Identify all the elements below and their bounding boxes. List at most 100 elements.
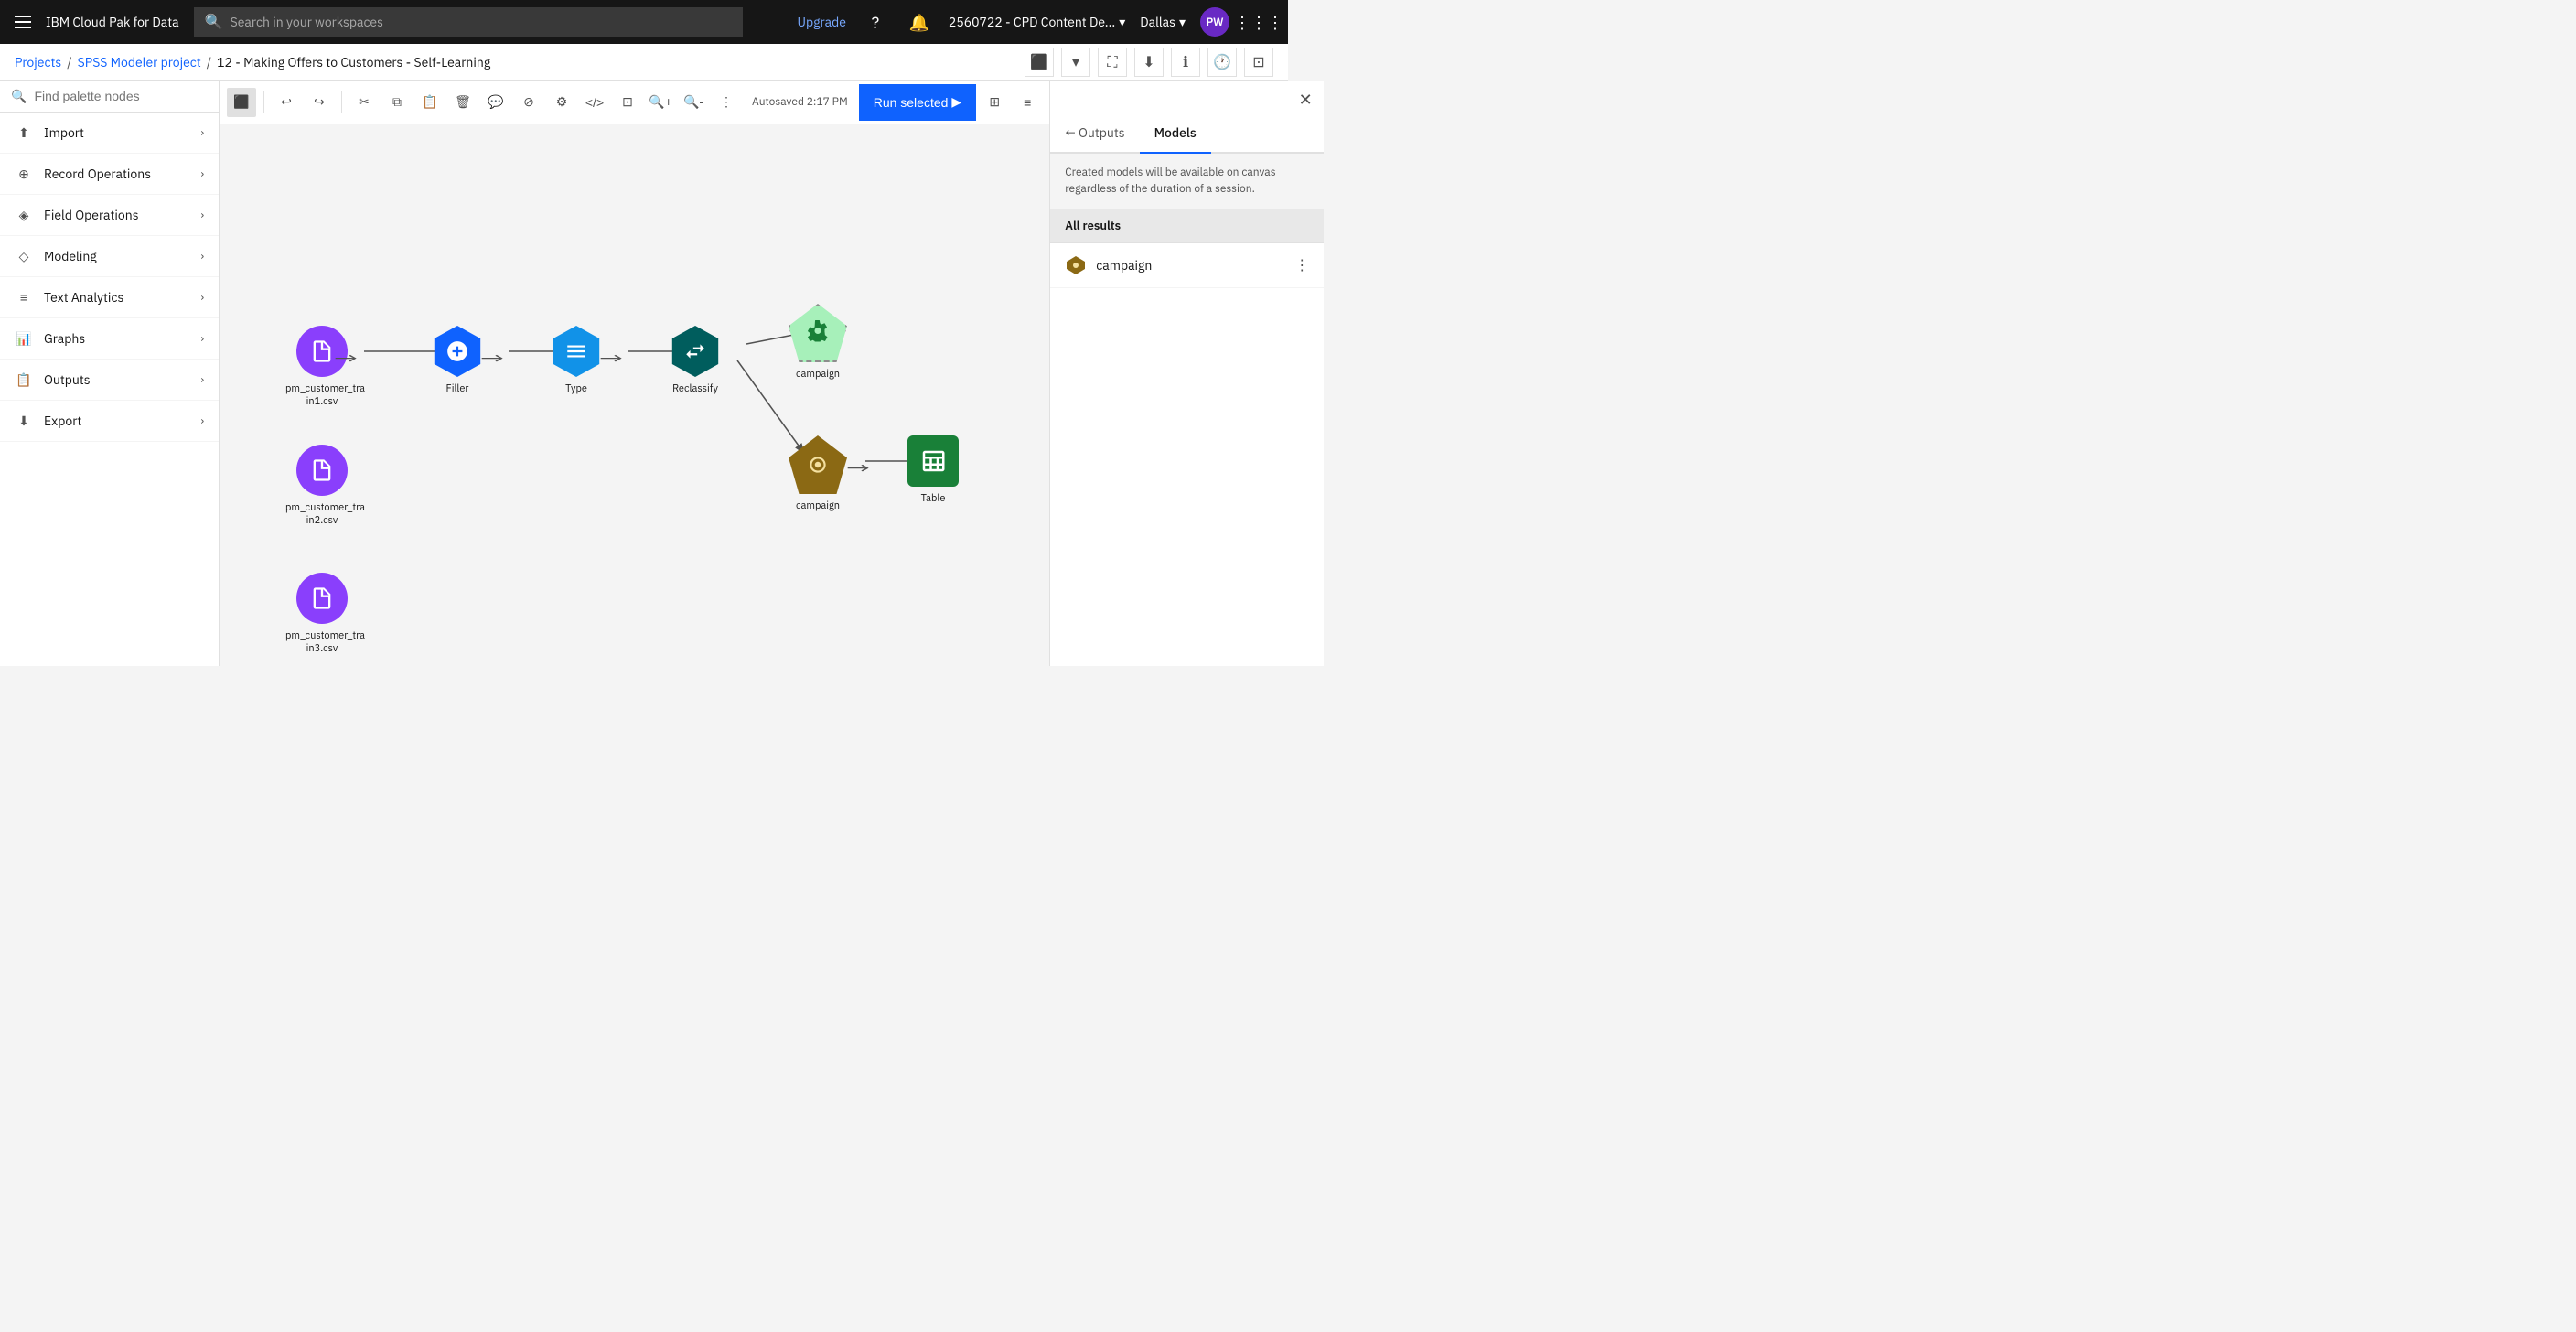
toolbar-divider: [263, 91, 264, 113]
breadcrumb: Projects / SPSS Modeler project / 12 - M…: [0, 44, 1288, 81]
right-panel: ✕ ← Outputs Models Created models will b…: [1049, 81, 1324, 666]
info-icon[interactable]: ℹ: [1171, 48, 1200, 77]
sidebar-item-graphs[interactable]: 📊 Graphs ›: [0, 318, 219, 360]
canvas-inner: pm_customer_train1.csv pm_customer_train…: [220, 124, 1049, 666]
run-selected-button[interactable]: Run selected ▶: [859, 84, 977, 121]
autosave-status: Autosaved 2:17 PM: [752, 95, 848, 109]
export-icon: ⬇: [15, 412, 33, 430]
breadcrumb-projects[interactable]: Projects: [15, 54, 61, 70]
node-label-campaign-nugget: campaign: [796, 500, 840, 512]
node-shape-filler: [432, 326, 483, 377]
comment-btn[interactable]: 💬: [481, 88, 510, 117]
list-view-btn[interactable]: ≡: [1013, 88, 1042, 117]
node-label-csv2: pm_customer_train2.csv: [285, 501, 359, 528]
breadcrumb-sep2: /: [207, 54, 211, 70]
search-input[interactable]: [34, 89, 208, 103]
tab-models[interactable]: Models: [1140, 113, 1211, 154]
model-more-icon[interactable]: ⋮: [1294, 256, 1309, 274]
node-shape-campaign-model: [789, 304, 847, 362]
node-type[interactable]: Type: [551, 326, 602, 395]
arrow-campaign-table: →: [851, 457, 863, 478]
record-operations-icon: ⊕: [15, 165, 33, 183]
palette-toggle-btn[interactable]: ⬛: [227, 88, 256, 117]
model-item-campaign[interactable]: campaign ⋮: [1050, 243, 1324, 288]
node-reclassify[interactable]: Reclassify: [670, 326, 721, 395]
node-btn[interactable]: ⊡: [613, 88, 642, 117]
fullscreen-icon[interactable]: ⛶: [1098, 48, 1127, 77]
tab-outputs[interactable]: ← Outputs: [1050, 113, 1139, 154]
delete-btn[interactable]: 🗑: [448, 88, 478, 117]
compare-icon[interactable]: ⊡: [1244, 48, 1273, 77]
sidebar-item-field-operations[interactable]: ◈ Field Operations ›: [0, 195, 219, 236]
sidebar-label-text-analytics: Text Analytics: [44, 289, 123, 306]
sidebar-item-text-analytics[interactable]: ≡ Text Analytics ›: [0, 277, 219, 318]
chevron-icon: ›: [200, 291, 204, 305]
toolbar-right-actions: ⊞ ≡: [980, 88, 1042, 117]
node-campaign-nugget[interactable]: campaign: [789, 435, 847, 512]
hamburger-menu[interactable]: [15, 16, 31, 28]
node-shape-reclassify: [670, 326, 721, 377]
download-icon[interactable]: ⬇: [1134, 48, 1164, 77]
history-icon[interactable]: 🕐: [1208, 48, 1237, 77]
avatar[interactable]: PW: [1200, 7, 1229, 37]
breadcrumb-modeler[interactable]: SPSS Modeler project: [78, 54, 201, 70]
copy-btn[interactable]: ⧉: [382, 88, 412, 117]
filter-btn[interactable]: ⚙: [547, 88, 576, 117]
field-operations-icon: ◈: [15, 206, 33, 224]
chevron-icon: ›: [200, 332, 204, 346]
app-switcher-icon[interactable]: ⋮⋮⋮: [1244, 7, 1273, 37]
brand-name: IBM Cloud Pak for Data: [46, 14, 179, 30]
search-bar[interactable]: 🔍 Search in your workspaces: [194, 7, 743, 37]
grid-view-btn[interactable]: ⊞: [980, 88, 1009, 117]
node-csv3[interactable]: pm_customer_train3.csv: [285, 573, 359, 656]
run-icon: ▶: [951, 94, 961, 110]
search-icon: 🔍: [11, 88, 27, 104]
code-btn[interactable]: </>: [580, 88, 609, 117]
close-panel-button[interactable]: ✕: [1291, 84, 1320, 113]
arrow-filler-type: →: [485, 348, 497, 369]
chevron-down-icon[interactable]: ▾: [1061, 48, 1090, 77]
more-btn[interactable]: ⋮: [712, 88, 741, 117]
cut-btn[interactable]: ✂: [349, 88, 379, 117]
disconnect-btn[interactable]: ⊘: [514, 88, 543, 117]
model-icon: [1065, 254, 1087, 276]
arrow-csv1-filler: →: [338, 348, 350, 369]
sidebar-item-modeling[interactable]: ◇ Modeling ›: [0, 236, 219, 277]
node-table[interactable]: Table: [907, 435, 959, 505]
all-results-header: All results: [1050, 209, 1324, 243]
import-icon: ⬆: [15, 124, 33, 142]
canvas-toolbar: ⬛ ↩ ↪ ✂ ⧉ 📋 🗑 💬 ⊘ ⚙ </> ⊡ 🔍+ 🔍- ⋮ Autosa…: [220, 81, 1049, 124]
sidebar: 🔍 ⬆ Import › ⊕ Record Operations › ◈ Fie…: [0, 81, 220, 666]
canvas[interactable]: pm_customer_train1.csv pm_customer_train…: [220, 124, 1049, 666]
sidebar-item-record-operations[interactable]: ⊕ Record Operations ›: [0, 154, 219, 195]
sidebar-search[interactable]: 🔍: [0, 81, 219, 113]
canvas-icon[interactable]: ⬛: [1025, 48, 1054, 77]
workspace-selector[interactable]: 2560722 - CPD Content De... ▾: [949, 14, 1125, 30]
zoom-out-btn[interactable]: 🔍-: [679, 88, 708, 117]
node-shape-table: [907, 435, 959, 487]
sidebar-item-export[interactable]: ⬇ Export ›: [0, 401, 219, 442]
help-icon[interactable]: ?: [861, 7, 890, 37]
notifications-icon[interactable]: 🔔: [905, 7, 934, 37]
node-label-csv3: pm_customer_train3.csv: [285, 629, 359, 656]
paste-btn[interactable]: 📋: [415, 88, 445, 117]
node-csv2[interactable]: pm_customer_train2.csv: [285, 445, 359, 528]
node-campaign-model[interactable]: campaign: [789, 304, 847, 381]
sidebar-item-import[interactable]: ⬆ Import ›: [0, 113, 219, 154]
node-label-table: Table: [921, 492, 946, 505]
main-layout: 🔍 ⬆ Import › ⊕ Record Operations › ◈ Fie…: [0, 81, 1288, 666]
redo-btn[interactable]: ↪: [305, 88, 334, 117]
sidebar-item-outputs[interactable]: 📋 Outputs ›: [0, 360, 219, 401]
sidebar-label-field-operations: Field Operations: [44, 207, 139, 223]
location-selector[interactable]: Dallas ▾: [1140, 14, 1186, 30]
zoom-in-btn[interactable]: 🔍+: [646, 88, 675, 117]
node-shape-campaign-nugget: [789, 435, 847, 494]
undo-btn[interactable]: ↩: [272, 88, 301, 117]
search-icon: 🔍: [205, 13, 223, 31]
node-filler[interactable]: Filler: [432, 326, 483, 395]
upgrade-link[interactable]: Upgrade: [798, 14, 846, 30]
node-label-reclassify: Reclassify: [672, 382, 718, 395]
model-name-campaign: campaign: [1096, 257, 1152, 274]
chevron-icon: ›: [200, 167, 204, 181]
chevron-icon: ›: [200, 250, 204, 263]
